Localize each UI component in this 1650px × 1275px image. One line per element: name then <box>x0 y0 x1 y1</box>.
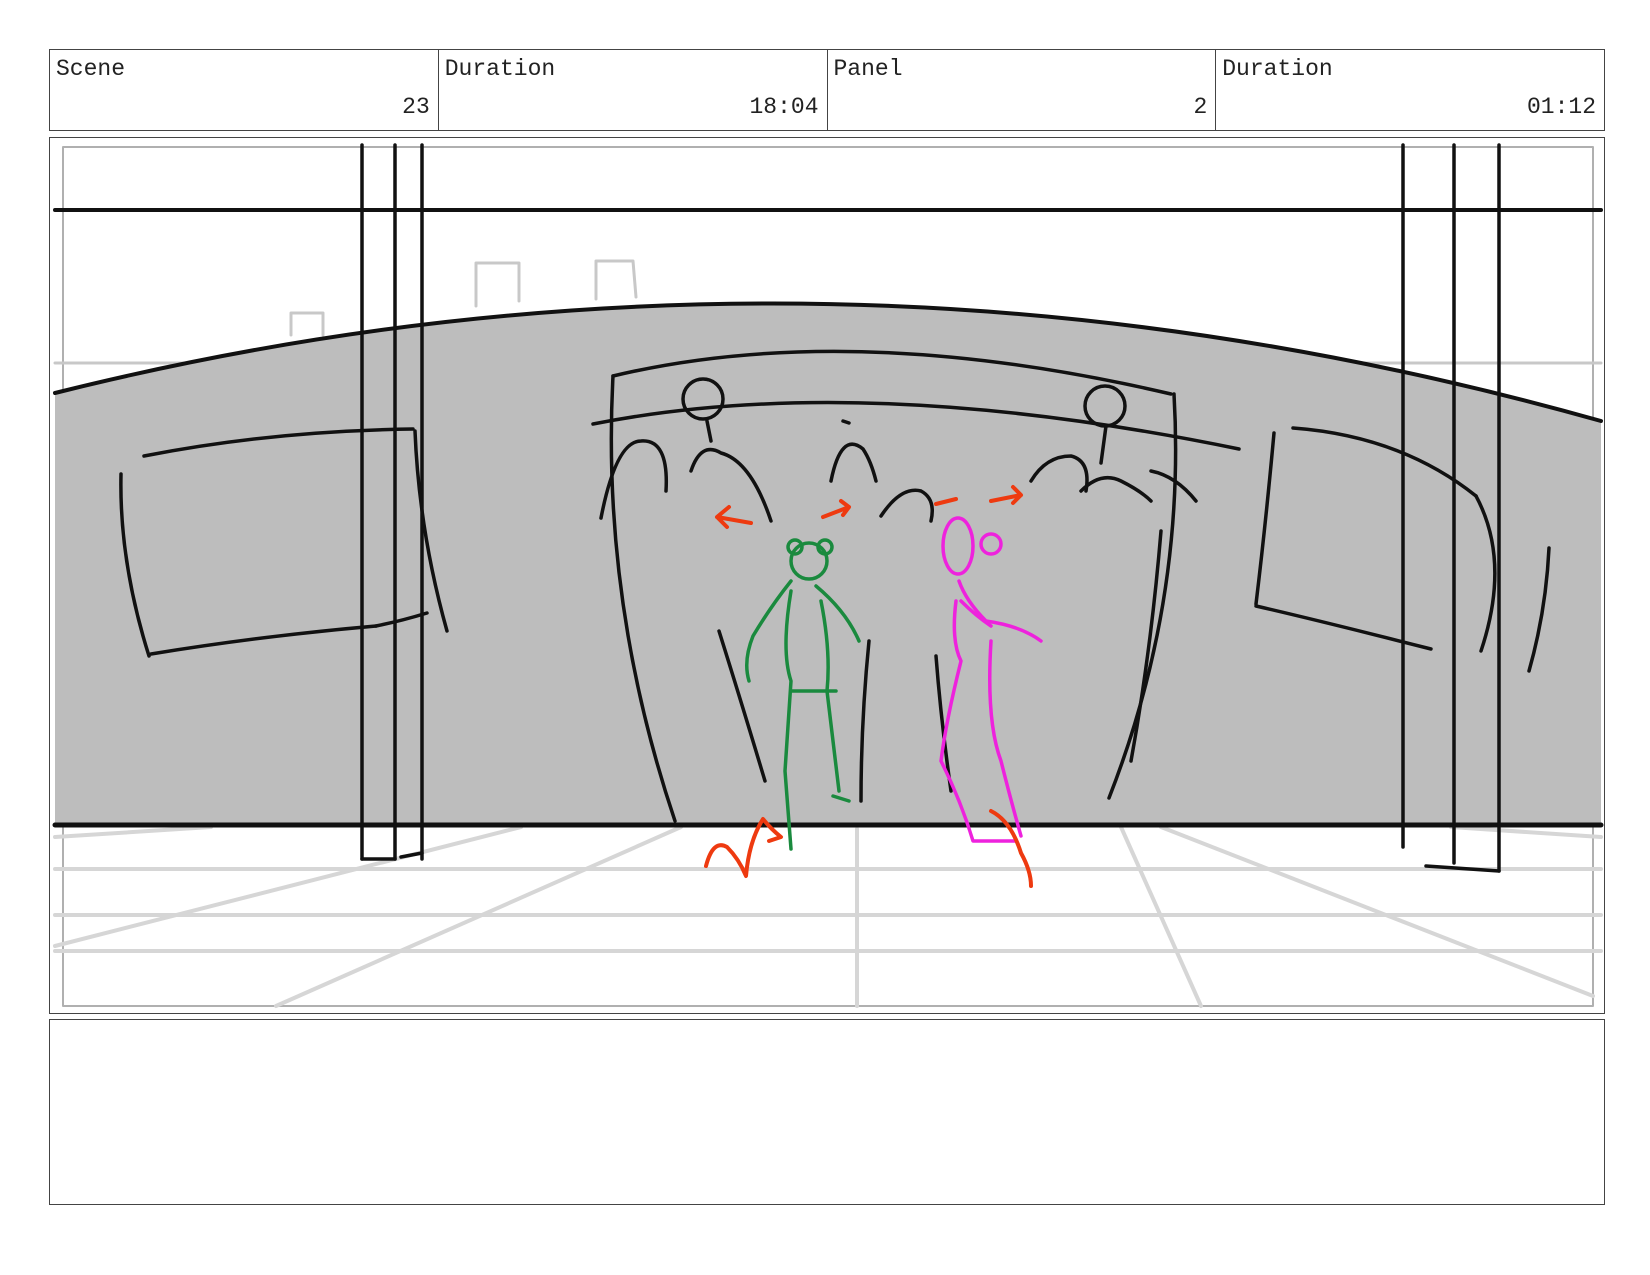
floor-grid <box>53 825 1603 1008</box>
panel-duration-value: 01:12 <box>1526 94 1596 120</box>
storyboard-sketch <box>52 143 1604 1008</box>
panel-duration-label: Duration <box>1222 56 1333 82</box>
scene-duration-label: Duration <box>444 56 556 82</box>
panel-number: 2 <box>1193 94 1208 120</box>
panel-cell: Panel 2 <box>828 50 1217 130</box>
scene-duration-value: 18:04 <box>749 94 819 120</box>
panel-notes-area[interactable] <box>49 1019 1605 1205</box>
scene-duration-cell: Duration 18:04 <box>439 50 828 130</box>
storyboard-panel-image <box>49 137 1605 1014</box>
scene-cell: Scene 23 <box>50 50 439 130</box>
scene-label: Scene <box>56 56 126 82</box>
scene-number: 23 <box>402 94 430 120</box>
panel-header: Scene 23 Duration 18:04 Panel 2 Duration… <box>49 49 1605 131</box>
panel-label: Panel <box>833 56 903 82</box>
panel-duration-cell: Duration 01:12 <box>1216 50 1604 130</box>
